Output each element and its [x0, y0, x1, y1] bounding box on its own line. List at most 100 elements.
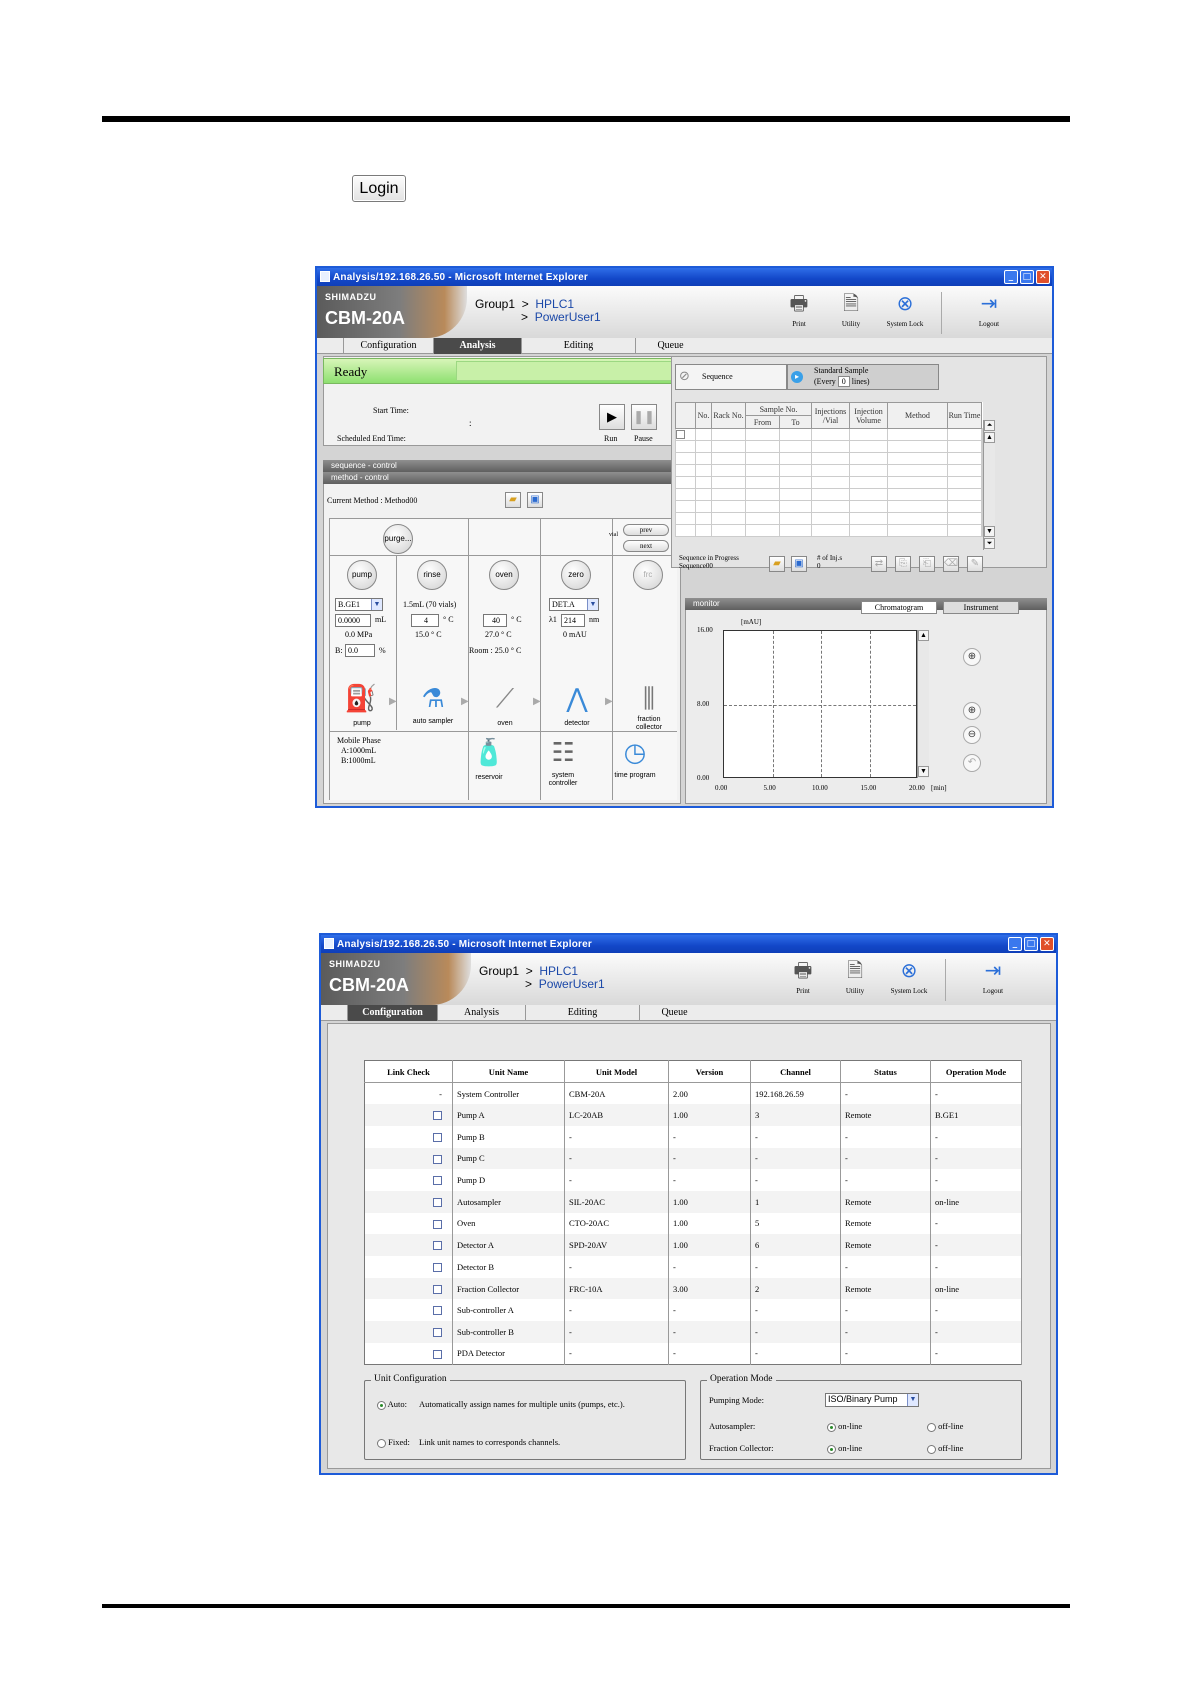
tab-configuration[interactable]: Configuration [347, 1005, 437, 1021]
link-check-cell[interactable] [364, 1321, 453, 1343]
oven-button[interactable]: oven [489, 560, 519, 590]
row-select-cell[interactable] [675, 512, 696, 525]
sequence-cell[interactable] [779, 476, 812, 489]
sequence-cell[interactable] [695, 524, 712, 537]
sequence-cell[interactable] [887, 476, 948, 489]
sequence-cell[interactable] [745, 440, 780, 453]
sequence-cell[interactable] [849, 500, 888, 513]
sequence-cell[interactable] [887, 464, 948, 477]
table-row[interactable] [675, 524, 984, 537]
plot-area[interactable] [723, 630, 917, 778]
sequence-cell[interactable] [711, 524, 746, 537]
system-lock-button[interactable]: ⊗ System Lock [883, 957, 935, 995]
auto-option[interactable]: Auto: [377, 1399, 407, 1410]
sequence-cell[interactable] [711, 500, 746, 513]
sequence-cell[interactable] [695, 512, 712, 525]
sequence-cell[interactable] [947, 500, 982, 513]
sequence-cell[interactable] [811, 512, 850, 525]
sequence-cell[interactable] [887, 500, 948, 513]
oven-device-icon[interactable]: ⟋ [485, 684, 525, 715]
row-select-cell[interactable] [675, 488, 696, 501]
link-check-cell[interactable] [364, 1212, 453, 1235]
breadcrumb-instrument[interactable]: HPLC1 [535, 297, 574, 311]
scroll-down-icon[interactable]: ▼ [984, 526, 995, 537]
undo-zoom-icon[interactable]: ↶ [963, 754, 981, 772]
scroll-bottom-icon[interactable]: ⏷ [984, 538, 995, 549]
table-row[interactable] [675, 440, 984, 453]
tab-queue[interactable]: Queue [639, 1005, 709, 1021]
sequence-cell[interactable] [711, 452, 746, 465]
row-select-cell[interactable] [675, 464, 696, 477]
sequence-scrollbar[interactable]: ⏶ ▲ ▼ ⏷ [983, 420, 995, 550]
zoom-fit-icon[interactable]: ⊕ [963, 648, 981, 666]
sequence-cell[interactable] [711, 440, 746, 453]
table-row[interactable] [675, 464, 984, 477]
sequence-cell[interactable] [947, 512, 982, 525]
table-row[interactable] [675, 512, 984, 525]
link-check-checkbox[interactable] [433, 1219, 442, 1229]
sequence-cell[interactable] [887, 524, 948, 537]
insert-row-icon[interactable]: ⇄ [871, 556, 887, 572]
sequence-cell[interactable] [811, 488, 850, 501]
row-select-cell[interactable] [675, 440, 696, 453]
login-button[interactable]: Login [352, 175, 406, 202]
link-check-checkbox[interactable] [433, 1154, 442, 1164]
sequence-cell[interactable] [849, 488, 888, 501]
scroll-top-icon[interactable]: ⏶ [984, 420, 995, 431]
sequence-cell[interactable] [745, 488, 780, 501]
sequence-cell[interactable] [779, 512, 812, 525]
sequence-cell[interactable] [811, 428, 850, 441]
reservoir-device-icon[interactable]: 🧴 [469, 738, 509, 768]
save-icon[interactable]: ▣ [527, 492, 543, 508]
sequence-cell[interactable] [811, 500, 850, 513]
pump-button[interactable]: pump [347, 560, 377, 590]
link-check-checkbox[interactable] [433, 1198, 442, 1208]
time-program-device-icon[interactable]: ◷ [615, 738, 655, 768]
link-check-checkbox[interactable] [433, 1111, 442, 1121]
sequence-cell[interactable] [695, 464, 712, 477]
sequence-cell[interactable] [779, 452, 812, 465]
link-check-cell[interactable] [364, 1299, 453, 1322]
run-button[interactable]: ▶ [599, 404, 625, 430]
sequence-cell[interactable] [947, 440, 982, 453]
link-check-checkbox[interactable] [433, 1306, 442, 1316]
link-check-checkbox[interactable] [433, 1284, 442, 1294]
breadcrumb-group[interactable]: Group1 [475, 297, 515, 311]
edit-row-icon[interactable]: ✎ [967, 556, 983, 572]
sequence-cell[interactable] [711, 476, 746, 489]
sequence-cell[interactable] [947, 452, 982, 465]
link-check-cell[interactable] [364, 1277, 453, 1300]
sequence-cell[interactable] [947, 464, 982, 477]
sequence-cell[interactable] [811, 524, 850, 537]
table-row[interactable] [675, 476, 984, 489]
pumping-mode-select[interactable]: ISO/Binary Pump ▼ [825, 1393, 919, 1407]
sequence-cell[interactable] [849, 440, 888, 453]
fraction-offline[interactable]: off-line [927, 1443, 963, 1454]
sequence-cell[interactable] [745, 476, 780, 489]
utility-button[interactable]: 🗎 Utility [829, 957, 881, 995]
pump-device-icon[interactable]: ⛽ [341, 684, 381, 714]
sequence-cell[interactable] [779, 428, 812, 441]
save-sequence-icon[interactable]: ▣ [791, 556, 807, 572]
sequence-cell[interactable] [947, 488, 982, 501]
sequence-cell[interactable] [887, 488, 948, 501]
fraction-online-radio[interactable] [827, 1444, 836, 1454]
link-check-checkbox[interactable] [433, 1241, 442, 1251]
prev-button[interactable]: prev [623, 524, 669, 536]
fixed-radio[interactable] [377, 1438, 386, 1448]
sequence-cell[interactable] [887, 512, 948, 525]
sequence-cell[interactable] [947, 428, 982, 441]
sequence-cell[interactable] [745, 428, 780, 441]
tab-configuration[interactable]: Configuration [343, 338, 433, 354]
maximize-icon[interactable]: □ [1020, 270, 1034, 284]
pause-button[interactable]: ❚❚ [631, 404, 657, 430]
sequence-cell[interactable] [811, 452, 850, 465]
autosampler-online[interactable]: on-line [827, 1421, 862, 1432]
sequence-cell[interactable] [745, 512, 780, 525]
link-check-checkbox[interactable] [433, 1132, 442, 1142]
row-select-cell[interactable] [675, 500, 696, 513]
sequence-cell[interactable] [811, 464, 850, 477]
sequence-cell[interactable] [779, 488, 812, 501]
sequence-cell[interactable] [695, 500, 712, 513]
tab-analysis[interactable]: Analysis [437, 1005, 525, 1021]
